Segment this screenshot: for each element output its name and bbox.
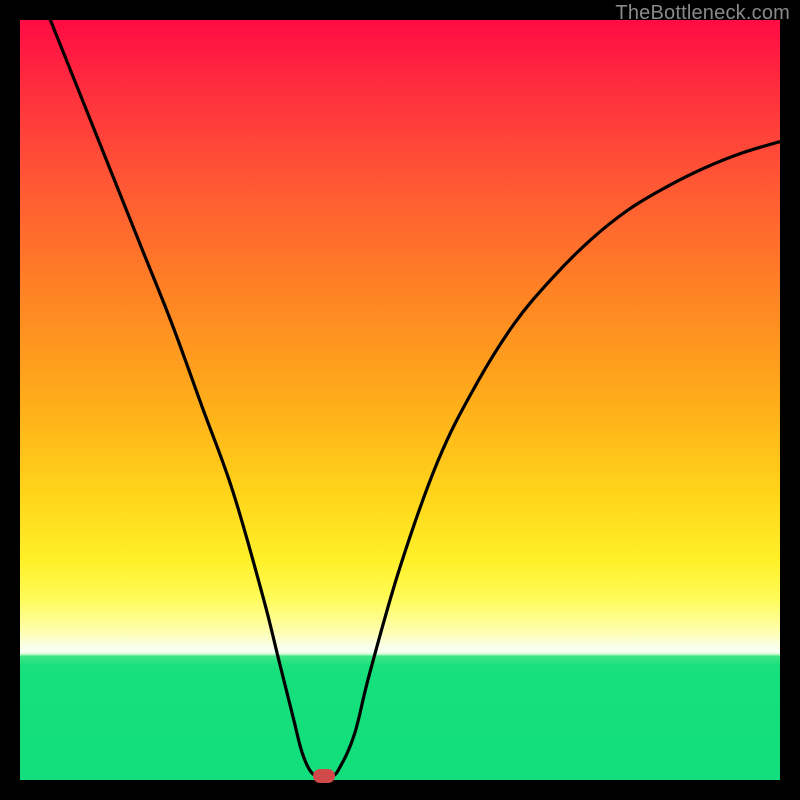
chart-area bbox=[20, 20, 780, 780]
chart-gradient-background bbox=[20, 20, 780, 780]
